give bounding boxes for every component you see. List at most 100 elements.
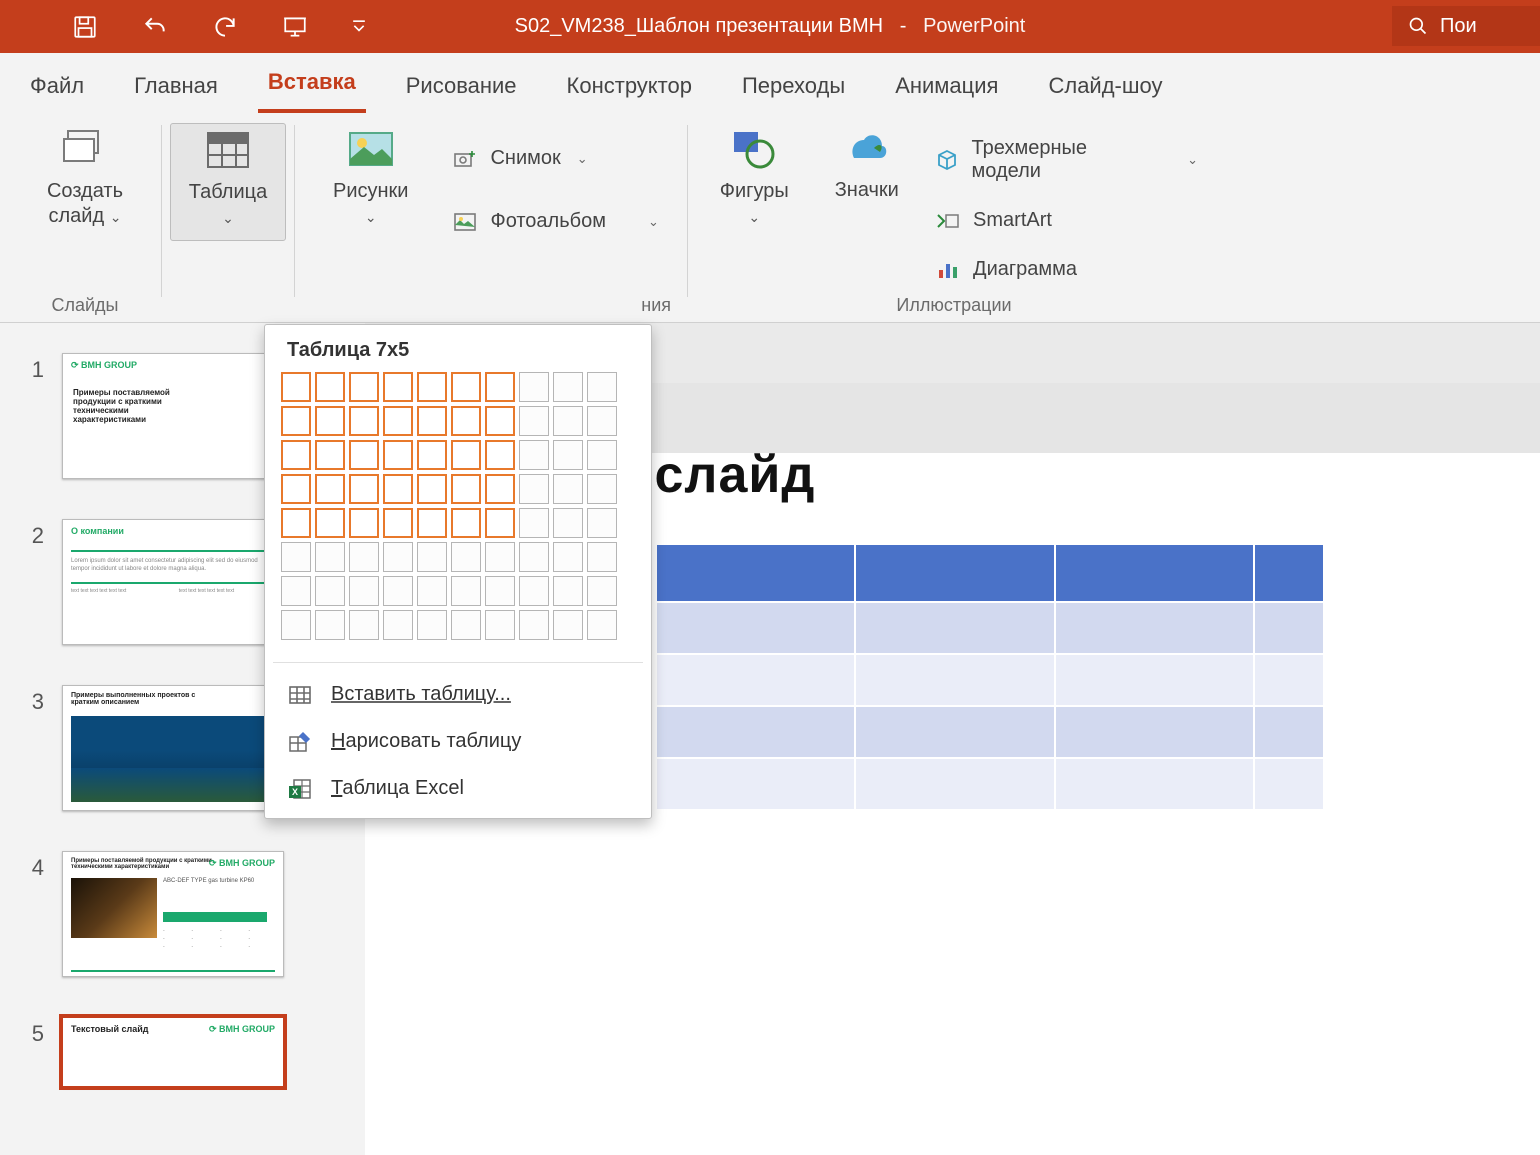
- grid-cell[interactable]: [485, 576, 515, 606]
- grid-cell[interactable]: [281, 406, 311, 436]
- grid-cell[interactable]: [315, 474, 345, 504]
- grid-cell[interactable]: [349, 440, 379, 470]
- grid-cell[interactable]: [281, 542, 311, 572]
- grid-cell[interactable]: [417, 610, 447, 640]
- grid-cell[interactable]: [553, 474, 583, 504]
- grid-cell[interactable]: [587, 440, 617, 470]
- tab-transitions[interactable]: Переходы: [732, 65, 855, 113]
- grid-cell[interactable]: [587, 610, 617, 640]
- grid-cell[interactable]: [281, 440, 311, 470]
- grid-cell[interactable]: [553, 440, 583, 470]
- smartart-button[interactable]: SmartArt: [931, 203, 1202, 238]
- grid-cell[interactable]: [315, 440, 345, 470]
- grid-cell[interactable]: [519, 508, 549, 538]
- excel-table-menuitem[interactable]: X Таблица Excel: [265, 765, 651, 812]
- grid-cell[interactable]: [485, 610, 515, 640]
- grid-cell[interactable]: [451, 508, 481, 538]
- grid-cell[interactable]: [315, 542, 345, 572]
- grid-cell[interactable]: [349, 610, 379, 640]
- redo-icon[interactable]: [210, 12, 240, 42]
- grid-cell[interactable]: [587, 406, 617, 436]
- slide-thumb-2[interactable]: О компании Lorem ipsum dolor sit amet co…: [62, 519, 284, 645]
- grid-cell[interactable]: [417, 576, 447, 606]
- search-box[interactable]: Пои: [1392, 6, 1540, 46]
- icons-button[interactable]: Значки: [819, 123, 916, 287]
- new-slide-button[interactable]: Создать слайд ⌄: [37, 123, 133, 235]
- grid-cell[interactable]: [281, 508, 311, 538]
- grid-cell[interactable]: [383, 372, 413, 402]
- slide-thumb-3[interactable]: Примеры выполненных проектов с кратким о…: [62, 685, 284, 811]
- grid-cell[interactable]: [587, 508, 617, 538]
- table-button[interactable]: Таблица ⌄: [170, 123, 286, 241]
- grid-cell[interactable]: [383, 406, 413, 436]
- shapes-button[interactable]: Фигуры⌄: [706, 123, 803, 287]
- grid-cell[interactable]: [553, 372, 583, 402]
- grid-cell[interactable]: [281, 474, 311, 504]
- grid-cell[interactable]: [349, 372, 379, 402]
- grid-cell[interactable]: [485, 406, 515, 436]
- grid-cell[interactable]: [383, 542, 413, 572]
- grid-cell[interactable]: [315, 508, 345, 538]
- grid-cell[interactable]: [349, 576, 379, 606]
- grid-cell[interactable]: [417, 440, 447, 470]
- grid-cell[interactable]: [451, 440, 481, 470]
- grid-cell[interactable]: [349, 406, 379, 436]
- grid-cell[interactable]: [281, 576, 311, 606]
- grid-cell[interactable]: [383, 610, 413, 640]
- grid-cell[interactable]: [485, 474, 515, 504]
- grid-cell[interactable]: [315, 610, 345, 640]
- slide-thumb-4[interactable]: Примеры поставляемой продукции с кратким…: [62, 851, 284, 977]
- grid-cell[interactable]: [485, 372, 515, 402]
- grid-cell[interactable]: [553, 610, 583, 640]
- grid-cell[interactable]: [587, 474, 617, 504]
- tab-animations[interactable]: Анимация: [885, 65, 1008, 113]
- grid-cell[interactable]: [485, 508, 515, 538]
- inserted-table[interactable]: [655, 543, 1325, 811]
- grid-cell[interactable]: [281, 372, 311, 402]
- grid-cell[interactable]: [315, 406, 345, 436]
- grid-cell[interactable]: [519, 474, 549, 504]
- grid-cell[interactable]: [553, 508, 583, 538]
- grid-cell[interactable]: [587, 542, 617, 572]
- grid-cell[interactable]: [519, 542, 549, 572]
- grid-cell[interactable]: [417, 474, 447, 504]
- grid-cell[interactable]: [383, 508, 413, 538]
- slide-thumb-5[interactable]: Текстовый слайд ⟳ BMH GROUP: [62, 1017, 284, 1087]
- grid-cell[interactable]: [315, 576, 345, 606]
- grid-cell[interactable]: [451, 406, 481, 436]
- grid-cell[interactable]: [417, 508, 447, 538]
- grid-cell[interactable]: [349, 474, 379, 504]
- grid-cell[interactable]: [485, 542, 515, 572]
- table-size-picker[interactable]: [265, 372, 651, 654]
- 3d-models-button[interactable]: Трехмерные модели ⌄: [931, 131, 1202, 189]
- insert-table-menuitem[interactable]: Вставить таблицу...: [265, 671, 651, 718]
- grid-cell[interactable]: [451, 610, 481, 640]
- qat-customize-icon[interactable]: [350, 12, 368, 42]
- grid-cell[interactable]: [519, 406, 549, 436]
- grid-cell[interactable]: [451, 474, 481, 504]
- tab-slideshow[interactable]: Слайд-шоу: [1038, 65, 1172, 113]
- screenshot-button[interactable]: Снимок⌄: [448, 141, 662, 176]
- grid-cell[interactable]: [349, 542, 379, 572]
- grid-cell[interactable]: [553, 542, 583, 572]
- tab-draw[interactable]: Рисование: [396, 65, 527, 113]
- grid-cell[interactable]: [519, 440, 549, 470]
- grid-cell[interactable]: [451, 372, 481, 402]
- save-icon[interactable]: [70, 12, 100, 42]
- tab-home[interactable]: Главная: [124, 65, 228, 113]
- grid-cell[interactable]: [485, 440, 515, 470]
- grid-cell[interactable]: [519, 576, 549, 606]
- grid-cell[interactable]: [451, 542, 481, 572]
- grid-cell[interactable]: [383, 474, 413, 504]
- grid-cell[interactable]: [417, 542, 447, 572]
- grid-cell[interactable]: [281, 610, 311, 640]
- grid-cell[interactable]: [383, 440, 413, 470]
- tab-design[interactable]: Конструктор: [557, 65, 702, 113]
- grid-cell[interactable]: [315, 372, 345, 402]
- grid-cell[interactable]: [349, 508, 379, 538]
- tab-insert[interactable]: Вставка: [258, 61, 366, 113]
- grid-cell[interactable]: [587, 372, 617, 402]
- undo-icon[interactable]: [140, 12, 170, 42]
- grid-cell[interactable]: [553, 406, 583, 436]
- grid-cell[interactable]: [417, 406, 447, 436]
